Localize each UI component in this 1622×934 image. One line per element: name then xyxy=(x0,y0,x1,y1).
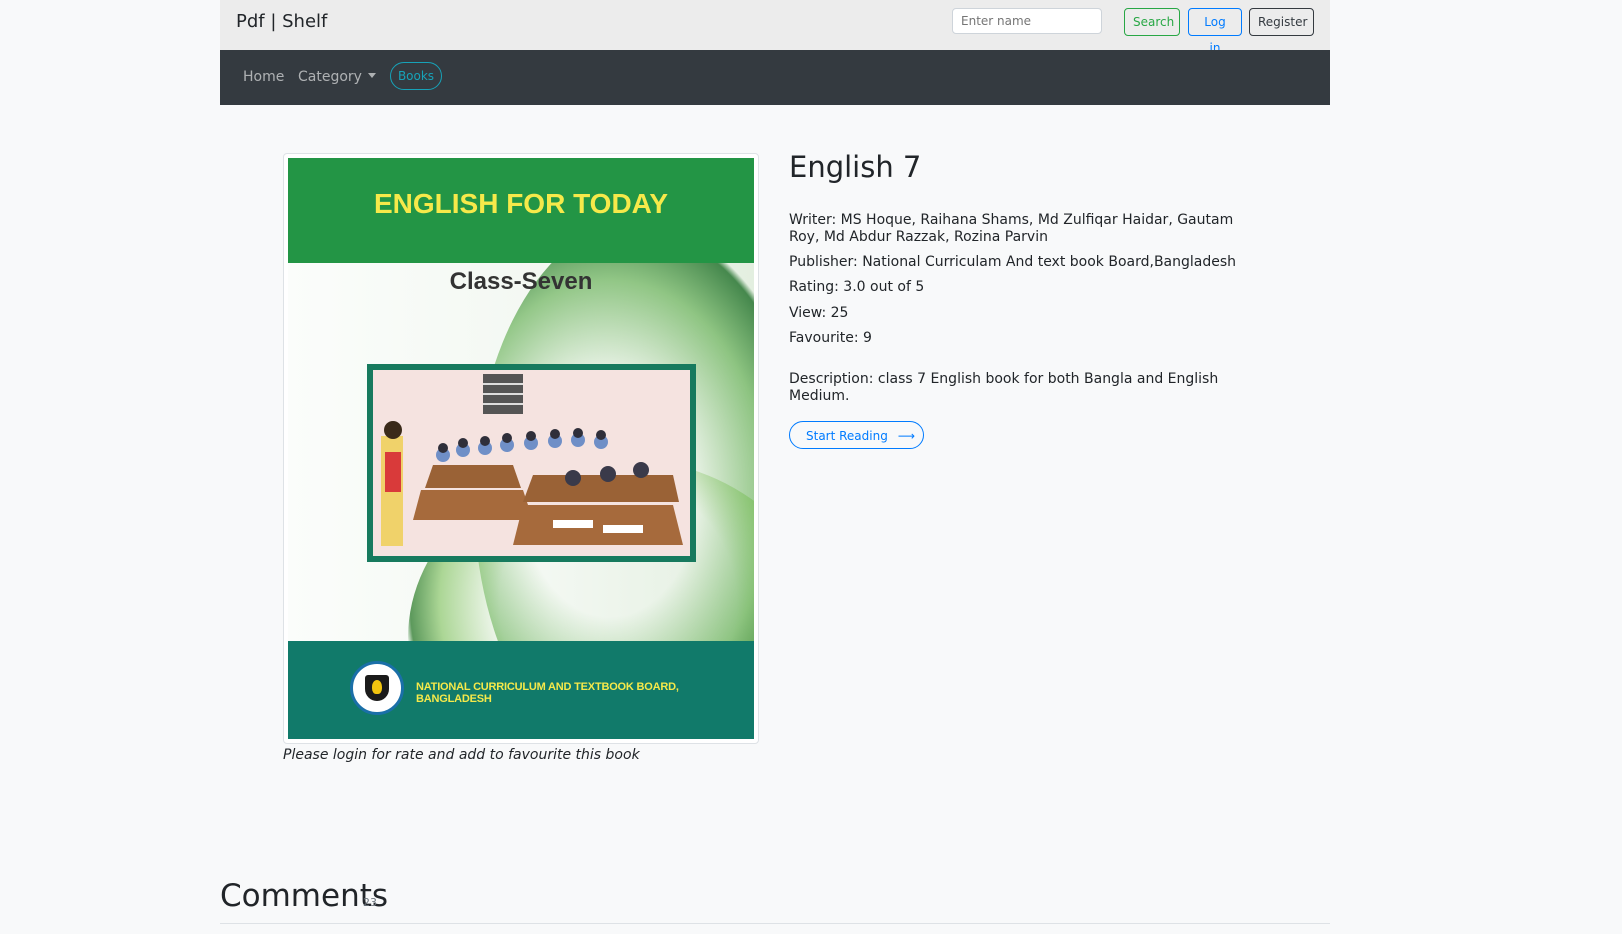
comments-count: 23 xyxy=(363,896,377,909)
book-favourite-count: Favourite: 9 xyxy=(789,330,872,346)
book-title: English 7 xyxy=(789,150,922,184)
caret-down-icon xyxy=(367,73,376,78)
book-rating: Rating: 3.0 out of 5 xyxy=(789,279,925,295)
nav-books[interactable]: Books xyxy=(390,62,442,90)
cover-board-name: NATIONAL CURRICULUM AND TEXTBOOK BOARD, … xyxy=(416,681,679,705)
seal-emblem xyxy=(372,680,382,694)
register-button[interactable]: Register xyxy=(1249,8,1314,36)
nav-category-label: Category xyxy=(298,69,362,85)
book-writer: Writer: MS Hoque, Raihana Shams, Md Zulf… xyxy=(789,212,1234,245)
search-button[interactable]: Search xyxy=(1124,8,1180,36)
book-publisher: Publisher: National Curriculam And text … xyxy=(789,254,1237,270)
book-cover-frame: ENGLISH FOR TODAY Class-Seven NATIONAL C… xyxy=(283,153,759,744)
nav-category-dropdown[interactable]: Category xyxy=(298,69,376,85)
main-navbar: Home Category Books xyxy=(220,50,1330,105)
comments-divider xyxy=(220,923,1330,924)
cover-publisher-band: NATIONAL CURRICULUM AND TEXTBOOK BOARD, … xyxy=(288,641,754,739)
top-header: Pdf | Shelf Search Log in Register xyxy=(220,0,1330,55)
cover-class-label: Class-Seven xyxy=(449,268,593,295)
book-cover-image: ENGLISH FOR TODAY Class-Seven NATIONAL C… xyxy=(288,158,754,739)
arrow-right-icon: ⟶ xyxy=(897,429,916,443)
nav-home[interactable]: Home xyxy=(243,69,284,85)
start-reading-button[interactable]: Start Reading ⟶ xyxy=(789,421,924,449)
start-reading-label: Start Reading xyxy=(806,429,888,443)
search-input[interactable] xyxy=(952,8,1102,34)
login-button[interactable]: Log in xyxy=(1188,8,1242,55)
book-view-count: View: 25 xyxy=(789,305,849,321)
classroom-illustration xyxy=(367,364,696,562)
brand-logo[interactable]: Pdf | Shelf xyxy=(236,11,327,32)
login-note: Please login for rate and add to favouri… xyxy=(283,747,640,763)
cover-title: ENGLISH FOR TODAY xyxy=(373,188,669,219)
board-seal-logo xyxy=(350,661,404,715)
book-description: Description: class 7 English book for bo… xyxy=(789,371,1219,404)
